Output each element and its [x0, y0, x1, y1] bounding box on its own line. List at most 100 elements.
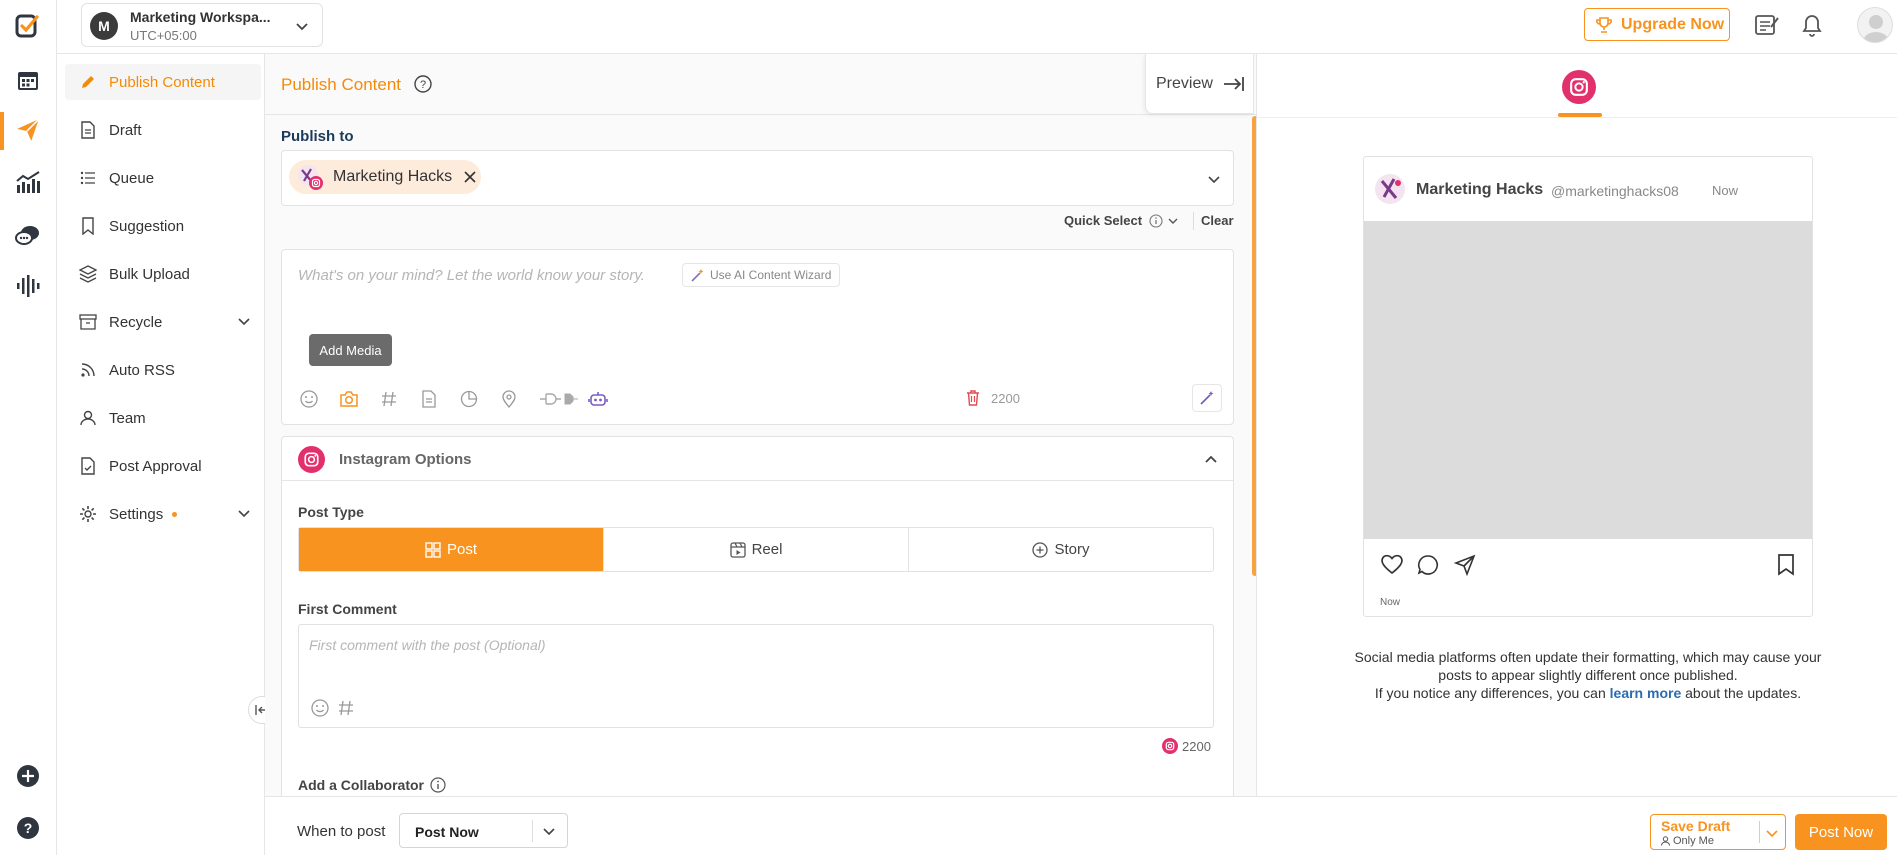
nav-item-team[interactable]: Team	[65, 400, 261, 436]
trophy-icon	[1595, 16, 1613, 34]
collaborator-label: Add a Collaborator	[298, 777, 425, 793]
ai-magic-button[interactable]	[1192, 384, 1222, 412]
comment-icon	[1417, 554, 1439, 576]
workspace-avatar: M	[90, 12, 118, 40]
chevron-down-icon	[237, 506, 251, 520]
disclaimer-line: Social media platforms often update thei…	[1354, 649, 1822, 665]
quick-select-label: Quick Select	[1064, 213, 1143, 228]
disclaimer-text: about the updates.	[1685, 685, 1802, 701]
nav-sidebar: Publish Content Draft Queue Suggestion B…	[57, 54, 276, 855]
char-count: 2200	[991, 391, 1020, 406]
nav-item-suggestion[interactable]: Suggestion	[65, 208, 261, 244]
post-type-story[interactable]: Story	[908, 528, 1213, 571]
help-circle-icon[interactable]: ?	[414, 75, 432, 93]
gear-icon	[79, 505, 97, 523]
workspace-selector[interactable]: M Marketing Workspa... UTC+05:00	[81, 3, 323, 47]
chevron-down-icon	[294, 18, 310, 34]
instagram-options-header[interactable]: Instagram Options	[282, 437, 1233, 481]
account-selector[interactable]: Marketing Hacks	[281, 150, 1234, 206]
nav-item-post-approval[interactable]: Post Approval	[65, 448, 261, 484]
chevron-up-icon[interactable]	[1203, 451, 1219, 467]
nav-label: Team	[109, 409, 146, 427]
preview-handle: @marketinghacks08	[1551, 183, 1679, 199]
nav-label: Bulk Upload	[109, 265, 190, 283]
notification-dot	[172, 512, 177, 517]
ai-wizard-label: Use AI Content Wizard	[710, 268, 832, 282]
inbox-chat-icon[interactable]	[10, 218, 46, 254]
clear-button[interactable]: Clear	[1201, 213, 1234, 228]
arrow-right-bar-icon	[1223, 76, 1244, 91]
document-icon	[79, 121, 97, 139]
when-to-post-select[interactable]: Post Now	[399, 813, 568, 848]
icon-rail: ?	[0, 0, 57, 855]
account-avatar	[297, 164, 323, 190]
send-icon[interactable]	[10, 112, 46, 148]
nav-item-settings[interactable]: Settings	[65, 496, 261, 532]
plus-circle-icon	[1032, 541, 1049, 558]
divider	[1193, 212, 1194, 230]
camera-icon[interactable]	[339, 389, 359, 409]
instagram-post-preview: Marketing Hacks @marketinghacks08 Now No…	[1363, 156, 1813, 617]
chevron-down-icon[interactable]	[1765, 826, 1779, 840]
hashtag-icon[interactable]	[379, 389, 399, 409]
first-comment-label: First Comment	[298, 601, 397, 617]
quick-select-dropdown[interactable]: Quick Select	[1064, 213, 1179, 228]
nav-label: Settings	[109, 505, 164, 523]
svg-text:?: ?	[24, 820, 33, 836]
help-icon[interactable]: ?	[10, 810, 46, 846]
nav-item-queue[interactable]: Queue	[65, 160, 261, 196]
hashtag-icon[interactable]	[337, 699, 355, 717]
first-comment-placeholder: First comment with the post (Optional)	[309, 637, 546, 653]
post-type-label-text: Story	[1054, 541, 1090, 558]
instagram-icon[interactable]	[1562, 70, 1596, 104]
chevron-down-icon[interactable]	[1206, 171, 1222, 187]
post-now-button[interactable]: Post Now	[1795, 814, 1887, 850]
preview-toggle-button[interactable]: Preview	[1145, 54, 1254, 114]
chevron-down-icon	[237, 314, 251, 328]
nav-item-auto-rss[interactable]: Auto RSS	[65, 352, 261, 388]
add-circle-icon[interactable]	[10, 758, 46, 794]
top-bar: M Marketing Workspa... UTC+05:00 Upgrade…	[57, 0, 1897, 54]
first-comment-field[interactable]: First comment with the post (Optional)	[298, 624, 1214, 728]
list-icon	[79, 169, 97, 187]
close-icon[interactable]	[464, 171, 476, 183]
plug-connector-icon[interactable]	[539, 389, 579, 409]
save-draft-label: Save Draft	[1661, 818, 1731, 834]
calendar-icon[interactable]	[10, 62, 46, 98]
trash-icon[interactable]	[966, 390, 980, 406]
nav-item-draft[interactable]: Draft	[65, 112, 261, 148]
svg-text:?: ?	[420, 79, 426, 91]
document-icon[interactable]	[419, 389, 439, 409]
nav-item-recycle[interactable]: Recycle	[65, 304, 261, 340]
save-draft-button[interactable]: Save Draft Only Me	[1650, 814, 1786, 850]
post-type-reel[interactable]: Reel	[603, 528, 908, 571]
nav-label: Suggestion	[109, 217, 185, 235]
bell-icon[interactable]	[1800, 12, 1824, 38]
pie-chart-icon[interactable]	[459, 389, 479, 409]
app-logo-icon[interactable]	[10, 8, 46, 44]
chevron-down-icon	[542, 824, 556, 838]
reel-icon	[729, 541, 746, 558]
nav-item-publish-content[interactable]: Publish Content	[65, 64, 261, 100]
magic-wand-icon	[691, 269, 704, 282]
post-type-label-text: Post	[446, 541, 477, 558]
ai-content-wizard-button[interactable]: Use AI Content Wizard	[682, 263, 841, 287]
analytics-icon[interactable]	[10, 165, 46, 201]
user-icon	[1661, 836, 1670, 846]
user-avatar[interactable]	[1857, 7, 1893, 43]
post-text-area[interactable]: What's on your mind? Let the world know …	[298, 267, 645, 284]
emoji-icon[interactable]	[299, 389, 319, 409]
nav-item-bulk-upload[interactable]: Bulk Upload	[65, 256, 261, 292]
emoji-icon[interactable]	[311, 699, 329, 717]
learn-more-link[interactable]: learn more	[1610, 685, 1682, 701]
post-type-post[interactable]: Post	[299, 528, 603, 571]
location-pin-icon[interactable]	[499, 389, 519, 409]
publish-to-label: Publish to	[281, 128, 354, 145]
pencil-icon	[79, 73, 97, 91]
upgrade-now-button[interactable]: Upgrade Now	[1584, 8, 1730, 41]
robot-icon[interactable]	[588, 389, 608, 409]
save-draft-sub-label: Only Me	[1673, 835, 1714, 847]
listening-icon[interactable]	[10, 268, 46, 304]
archive-box-icon	[79, 313, 97, 331]
compose-notes-icon[interactable]	[1754, 12, 1780, 38]
